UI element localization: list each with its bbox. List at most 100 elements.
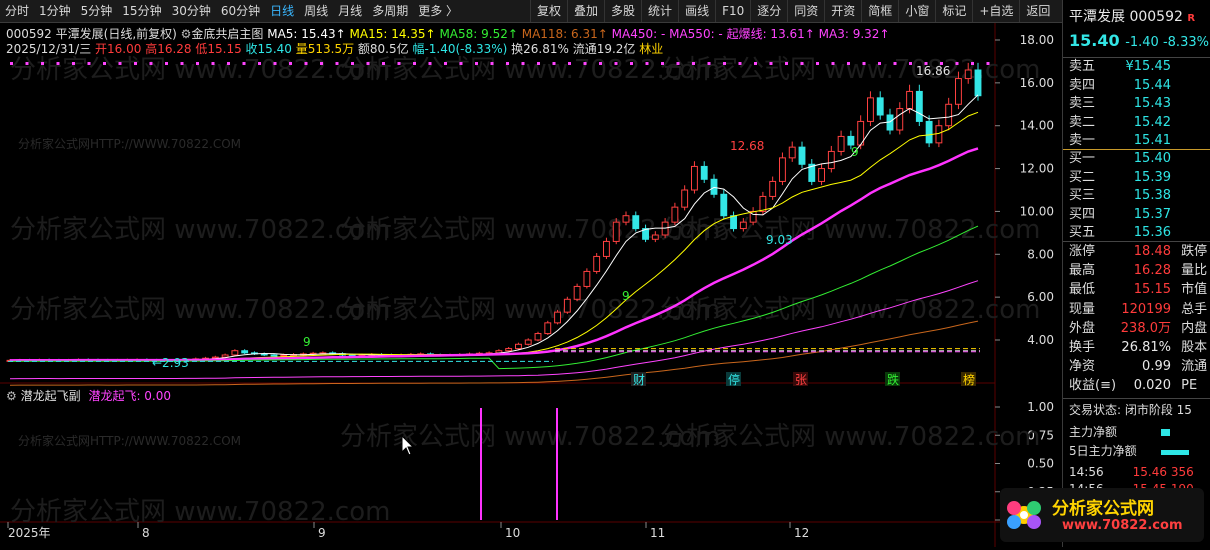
tool-button-8[interactable]: 开资 (824, 0, 861, 22)
event-marker-label: 跌 (887, 372, 899, 387)
candle (534, 333, 542, 341)
subchart-gear-icon[interactable]: ⚙ (6, 389, 17, 403)
signal-dot (428, 62, 432, 65)
tool-button-10[interactable]: 小窗 (898, 0, 935, 22)
period-tab-8[interactable]: 月线 (333, 0, 367, 22)
bid-row: 买三 15.38 (1069, 187, 1210, 205)
gear-icon[interactable]: ⚙ (181, 27, 192, 41)
period-tab-10[interactable]: 更多 〉 (413, 0, 463, 22)
signal-dot (754, 62, 757, 65)
ohlc-item-1: 开16.00 (95, 42, 146, 56)
signal-dot (831, 62, 835, 65)
candle (915, 90, 923, 122)
tool-button-11[interactable]: 标记 (935, 0, 972, 22)
stock-code: 000592 (6, 27, 56, 41)
signal-dot (10, 62, 13, 65)
ohlc-item-5: 量513.5万 (295, 42, 358, 56)
tool-button-4[interactable]: 画线 (678, 0, 715, 22)
ma-label-1: MA15: 14.35↑ (349, 27, 440, 41)
divider (1063, 241, 1210, 242)
tool-button-0[interactable]: 复权 (530, 0, 567, 22)
min-price-label: ←2.93 (152, 356, 189, 370)
sub-ytick-label: 0.50 (1027, 457, 1054, 471)
bid-label: 买一 (1069, 151, 1096, 166)
flow-bar (1161, 450, 1189, 455)
tool-button-9[interactable]: 简框 (861, 0, 898, 22)
signal-dot (72, 62, 75, 65)
tool-button-12[interactable]: +自选 (972, 0, 1019, 22)
ask-label: 卖一 (1069, 133, 1096, 148)
period-tab-1[interactable]: 1分钟 (34, 0, 76, 22)
candle (847, 135, 855, 146)
period-tab-0[interactable]: 分时 (0, 0, 34, 22)
local-low-label: 9.03 (766, 233, 793, 247)
signal-dot (25, 62, 29, 65)
period-tab-9[interactable]: 多周期 (367, 0, 413, 22)
ytick-label: 18.00 (1020, 33, 1054, 47)
tool-button-5[interactable]: F10 (715, 0, 750, 22)
ohlc-item-9: 流通19.2亿 (572, 42, 640, 56)
main-chart-area[interactable]: 18.00 16.00 14.00 12.00 10.00 8.00 6.00 4.00 1.0… (0, 23, 1062, 547)
candle (955, 78, 962, 105)
candle (593, 255, 601, 272)
tool-button-1[interactable]: 叠加 (567, 0, 604, 22)
candle (622, 215, 630, 223)
flow-label: 5日主力净额 (1069, 444, 1137, 458)
period-tab-4[interactable]: 30分钟 (167, 0, 216, 22)
signal-dot (413, 62, 416, 65)
candle (710, 178, 718, 195)
signal-dot (320, 62, 323, 65)
candle (573, 285, 581, 300)
ask-label: 卖四 (1069, 77, 1096, 93)
tool-button-3[interactable]: 统计 (641, 0, 678, 22)
tool-button-2[interactable]: 多股 (604, 0, 641, 22)
signal-dot (738, 62, 742, 65)
bid-price: 15.39 (1133, 169, 1171, 185)
candle (827, 150, 835, 170)
candle (925, 120, 933, 144)
ask-label: 卖三 (1069, 96, 1096, 111)
ma-label-3: MA118: 6.31↑ (521, 27, 612, 41)
trade-state-text: 交易状态: 闭市阶段 15 (1069, 403, 1192, 417)
signal-dot (692, 62, 695, 65)
stat-value: 16.28 (1133, 263, 1171, 279)
quote-price: 15.40 (1069, 31, 1126, 50)
ma-label-4: MA450: - (611, 27, 670, 41)
signal-dot (816, 62, 819, 65)
signal-dot (955, 62, 959, 65)
stat-label-2: 市值 (1177, 282, 1208, 298)
kline-chart[interactable]: 18.0016.0014.0012.0010.008.006.004.001.0… (0, 23, 1062, 547)
stat-row: 换手 26.81% 股本 (1069, 339, 1210, 357)
candle (974, 69, 982, 97)
tool-button-7[interactable]: 同资 (787, 0, 824, 22)
ohlc-item-4: 收15.40 (245, 42, 296, 56)
stat-value: 120199 (1121, 301, 1171, 317)
bid-price: 15.37 (1133, 206, 1171, 222)
signal-dot (258, 62, 261, 65)
period-tab-3[interactable]: 15分钟 (117, 0, 166, 22)
tool-button-13[interactable]: 返回 (1019, 0, 1056, 22)
signal-dot (180, 62, 184, 65)
period-tab-5[interactable]: 60分钟 (216, 0, 265, 22)
tick-row: 14:56 15.46 356 (1069, 463, 1210, 481)
period-tab-2[interactable]: 5分钟 (76, 0, 118, 22)
tool-button-6[interactable]: 逐分 (750, 0, 787, 22)
flow-row: 5日主力净额 (1069, 442, 1210, 460)
ytick-label: 8.00 (1027, 247, 1054, 261)
period-tab-7[interactable]: 周线 (299, 0, 333, 22)
signal-dot (723, 62, 726, 65)
subchart-title[interactable]: 潜龙起飞副 (21, 389, 81, 403)
logo-url: www.70822.com (1062, 518, 1183, 533)
indicator-name[interactable]: 金底共启主图 (191, 27, 267, 41)
signal-dot (893, 62, 897, 65)
candle (867, 97, 874, 122)
ohlc-item-6: 额80.5亿 (357, 42, 413, 56)
local-high-label: 12.68 (730, 139, 764, 153)
ohlc-item-0: 2025/12/31/三 (6, 42, 96, 56)
period-tab-6[interactable]: 日线 (265, 0, 299, 22)
signal-dot (459, 62, 463, 65)
xtick-label: 12 (794, 526, 809, 540)
ma-label-0: MA5: 15.43↑ (267, 27, 350, 41)
site-logo: 分析家公式网 www.70822.com (1000, 488, 1204, 542)
candle (632, 215, 640, 230)
